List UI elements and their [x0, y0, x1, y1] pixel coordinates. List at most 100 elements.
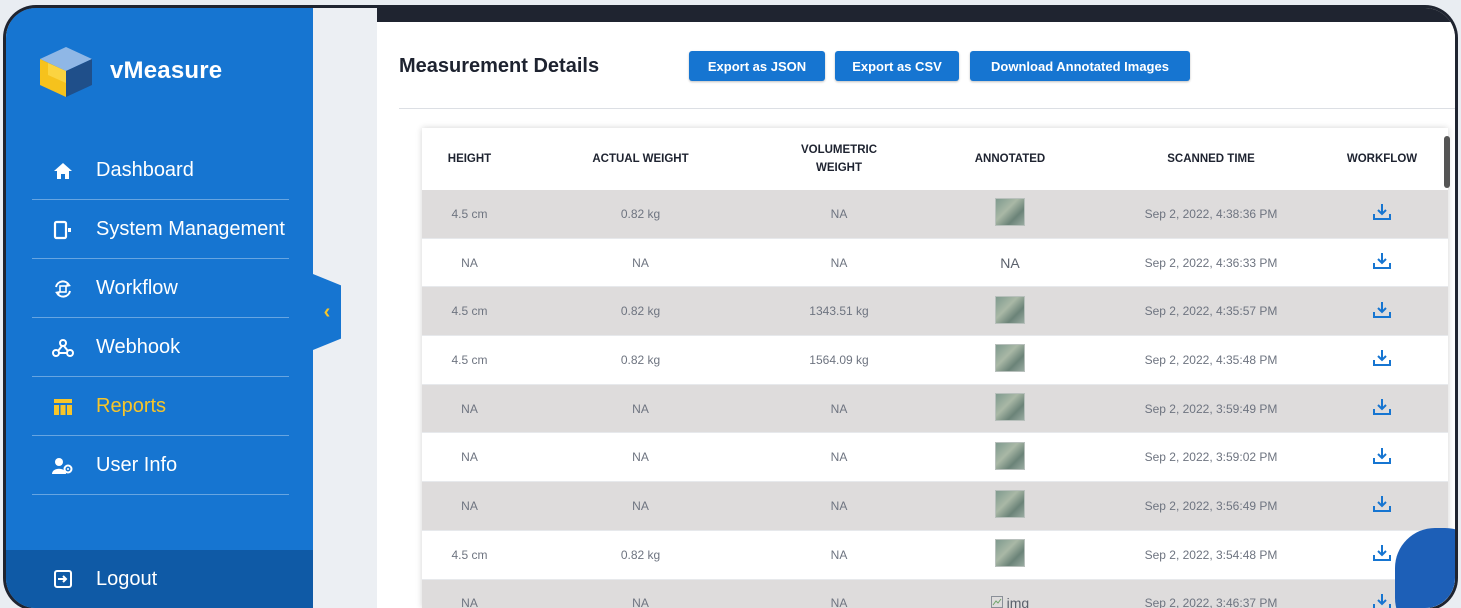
download-annotated-images-button[interactable]: Download Annotated Images — [970, 51, 1190, 81]
scanned-time-cell: Sep 2, 2022, 4:38:36 PM — [1106, 190, 1316, 239]
app-name: vMeasure — [110, 57, 223, 84]
scanned-time-cell: Sep 2, 2022, 4:35:48 PM — [1106, 335, 1316, 385]
annotated-cell — [914, 190, 1106, 239]
scanned-time-cell: Sep 2, 2022, 4:36:33 PM — [1106, 238, 1316, 288]
column-header[interactable]: ACTUAL WEIGHT — [517, 128, 764, 190]
volumetric-weight-cell: NA — [764, 190, 914, 239]
scanned-time-cell: Sep 2, 2022, 3:56:49 PM — [1106, 481, 1316, 531]
chevron-left-icon: ‹ — [323, 300, 331, 323]
page-title: Measurement Details — [399, 55, 600, 77]
column-header[interactable]: ANNOTATED — [914, 128, 1106, 190]
annotated-thumbnail[interactable] — [995, 539, 1025, 568]
sidebar-item-workflow[interactable]: Workflow — [6, 259, 313, 318]
table-scrollbar[interactable] — [1444, 136, 1450, 188]
sidebar-item-label: Webhook — [96, 336, 181, 358]
annotated-cell — [914, 384, 1106, 434]
table-body: 4.5 cm 0.82 kg NA Sep 2, 2022, 4:38:36 P… — [422, 190, 1448, 608]
annotated-cell — [914, 481, 1106, 531]
height-cell: NA — [422, 481, 517, 531]
table-row[interactable]: NA NA NA NA Sep 2, 2022, 4:36:33 PM — [422, 238, 1448, 288]
workflow-icon — [48, 279, 78, 299]
annotated-thumbnail[interactable] — [995, 198, 1025, 227]
table-row[interactable]: NA NA NA Sep 2, 2022, 3:56:49 PM — [422, 481, 1448, 531]
table-icon — [48, 398, 78, 416]
header-divider — [399, 108, 1455, 109]
sidebar-collapse-toggle[interactable]: ‹ — [313, 274, 341, 350]
logo-cube-icon — [40, 47, 92, 97]
actual-weight-cell: NA — [517, 481, 764, 531]
download-icon[interactable] — [1372, 447, 1392, 465]
scanned-time-cell: Sep 2, 2022, 3:59:49 PM — [1106, 384, 1316, 434]
download-icon[interactable] — [1372, 203, 1392, 221]
annotated-cell — [914, 530, 1106, 580]
home-icon — [48, 162, 78, 180]
height-cell: 4.5 cm — [422, 190, 517, 239]
annotated-thumbnail[interactable] — [995, 295, 1025, 324]
table-header-row: HEIGHT ACTUAL WEIGHT VOLUMETRIC WEIGHT A… — [422, 128, 1448, 190]
sidebar-item-label: Reports — [96, 395, 167, 417]
volumetric-weight-cell: NA — [764, 432, 914, 483]
height-cell: NA — [422, 238, 517, 288]
table-row[interactable]: 4.5 cm 0.82 kg NA Sep 2, 2022, 4:38:36 P… — [422, 190, 1448, 239]
export-csv-button[interactable]: Export as CSV — [835, 51, 959, 81]
volumetric-weight-cell: NA — [764, 530, 914, 580]
download-icon[interactable] — [1372, 398, 1392, 416]
sidebar-item-label: Workflow — [96, 277, 178, 299]
broken-image-alt-text: img — [1006, 595, 1030, 608]
table-row[interactable]: 4.5 cm 0.82 kg 1564.09 kg Sep 2, 2022, 4… — [422, 335, 1448, 385]
actual-weight-cell: NA — [517, 579, 764, 608]
table-row[interactable]: NA NA NA Sep 2, 2022, 3:59:02 PM — [422, 432, 1448, 483]
actual-weight-cell: 0.82 kg — [517, 286, 764, 337]
actual-weight-cell: 0.82 kg — [517, 190, 764, 239]
height-cell: 4.5 cm — [422, 335, 517, 385]
workflow-cell — [1316, 238, 1448, 288]
download-icon[interactable] — [1372, 495, 1392, 513]
height-cell: NA — [422, 579, 517, 608]
scanned-time-cell: Sep 2, 2022, 3:59:02 PM — [1106, 432, 1316, 483]
annotated-thumbnail[interactable] — [995, 344, 1025, 373]
main-content: Measurement Details Export as JSON Expor… — [377, 22, 1455, 608]
column-header[interactable]: WORKFLOW — [1316, 128, 1448, 190]
measurement-table: HEIGHT ACTUAL WEIGHT VOLUMETRIC WEIGHT A… — [422, 128, 1448, 608]
actual-weight-cell: NA — [517, 384, 764, 434]
scanned-time-cell: Sep 2, 2022, 4:35:57 PM — [1106, 286, 1316, 337]
height-cell: 4.5 cm — [422, 530, 517, 580]
sidebar-item-label: Dashboard — [96, 159, 194, 181]
volumetric-weight-cell: NA — [764, 238, 914, 288]
table-row[interactable]: 4.5 cm 0.82 kg NA Sep 2, 2022, 3:54:48 P… — [422, 530, 1448, 580]
sidebar-item-dashboard[interactable]: Dashboard — [6, 141, 313, 200]
workflow-cell — [1316, 190, 1448, 239]
download-icon[interactable] — [1372, 349, 1392, 367]
annotated-thumbnail[interactable] — [995, 441, 1025, 470]
export-json-button[interactable]: Export as JSON — [689, 51, 825, 81]
column-header[interactable]: VOLUMETRIC WEIGHT — [764, 128, 914, 190]
column-header[interactable]: SCANNED TIME — [1106, 128, 1316, 190]
download-icon[interactable] — [1372, 252, 1392, 270]
scanned-time-cell: Sep 2, 2022, 3:46:37 PM — [1106, 579, 1316, 608]
table-row[interactable]: 4.5 cm 0.82 kg 1343.51 kg Sep 2, 2022, 4… — [422, 286, 1448, 337]
download-icon[interactable] — [1372, 593, 1392, 608]
volumetric-weight-cell: NA — [764, 481, 914, 531]
sidebar-menu: Dashboard System Management Workflow Web… — [6, 141, 313, 495]
annotated-cell — [914, 335, 1106, 385]
sidebar-item-label: User Info — [96, 454, 178, 476]
workflow-cell — [1316, 286, 1448, 337]
sidebar-item-reports[interactable]: Reports — [6, 377, 313, 436]
sidebar-item-user-info[interactable]: User Info — [6, 436, 313, 495]
height-cell: NA — [422, 384, 517, 434]
logout-button[interactable]: Logout — [6, 550, 355, 608]
users-icon — [48, 457, 78, 475]
annotated-thumbnail[interactable] — [995, 490, 1025, 519]
table-row[interactable]: NA NA NA Sep 2, 2022, 3:59:49 PM — [422, 384, 1448, 434]
column-header[interactable]: HEIGHT — [422, 128, 517, 190]
column-header-label: VOLUMETRIC WEIGHT — [800, 144, 878, 174]
download-icon[interactable] — [1372, 301, 1392, 319]
annotated-thumbnail[interactable] — [995, 393, 1025, 422]
download-icon[interactable] — [1372, 544, 1392, 562]
annotated-cell — [914, 286, 1106, 337]
sidebar-item-system-management[interactable]: System Management — [6, 200, 313, 259]
brand[interactable]: vMeasure — [36, 36, 222, 106]
sidebar-item-webhook[interactable]: Webhook — [6, 318, 313, 377]
workflow-cell — [1316, 335, 1448, 385]
table-row[interactable]: NA NA NA img Sep 2, 2022, 3:46:37 PM — [422, 579, 1448, 608]
